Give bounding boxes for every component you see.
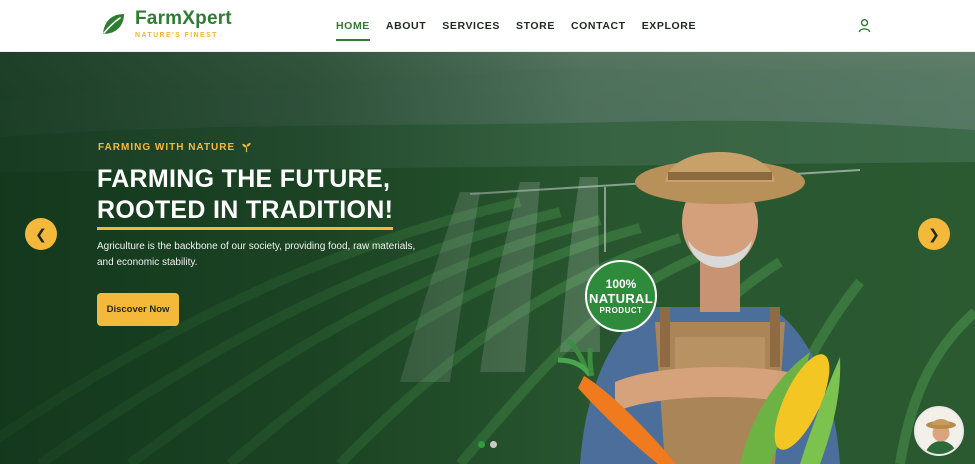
- hero-headline: FARMING THE FUTURE, ROOTED IN TRADITION!: [97, 164, 437, 230]
- next-slide-button[interactable]: ❯: [918, 218, 950, 250]
- eyebrow-text: FARMING WITH NATURE: [98, 142, 236, 153]
- nav-home[interactable]: HOME: [336, 16, 370, 41]
- slide-dot-2[interactable]: [490, 441, 497, 448]
- badge-percent: 100%: [605, 276, 637, 291]
- discover-now-button[interactable]: Discover Now: [97, 293, 179, 326]
- nav-explore[interactable]: EXPLORE: [642, 16, 696, 36]
- slider-dots: [478, 441, 502, 448]
- nav-contact[interactable]: CONTACT: [571, 16, 626, 36]
- natural-product-badge: 100% NATURAL PRODUCT: [585, 260, 657, 332]
- badge-product: PRODUCT: [599, 305, 643, 315]
- hero-eyebrow: FARMING WITH NATURE: [98, 142, 252, 153]
- headline-line-1: FARMING THE FUTURE,: [97, 165, 391, 193]
- badge-natural: NATURAL: [589, 290, 653, 306]
- brand-logo[interactable]: FarmXpert NATURE'S FINEST: [100, 9, 232, 39]
- brand-name: FarmXpert: [135, 8, 232, 29]
- support-chat-avatar[interactable]: [914, 406, 964, 456]
- hero-slider: FARMING WITH NATURE FARMING THE FUTURE, …: [0, 52, 975, 464]
- nav-store[interactable]: STORE: [516, 16, 555, 36]
- user-icon[interactable]: [857, 18, 872, 33]
- prev-slide-button[interactable]: ❮: [25, 218, 57, 250]
- nav-services[interactable]: SERVICES: [442, 16, 500, 36]
- slide-dot-1[interactable]: [478, 441, 485, 448]
- carrot-illustration: [557, 338, 676, 464]
- nav-about[interactable]: ABOUT: [386, 16, 426, 36]
- brand-tagline: NATURE'S FINEST: [135, 32, 218, 39]
- leaf-icon: [103, 14, 124, 34]
- main-nav: HOME ABOUT SERVICES STORE CONTACT EXPLOR…: [336, 0, 712, 52]
- sprout-icon: [242, 142, 251, 153]
- headline-line-2: ROOTED IN TRADITION!: [97, 195, 394, 230]
- site-header: FarmXpert NATURE'S FINEST HOME ABOUT SER…: [0, 0, 975, 52]
- corn-illustration: [740, 352, 841, 464]
- hero-description: Agriculture is the backbone of our socie…: [97, 241, 416, 268]
